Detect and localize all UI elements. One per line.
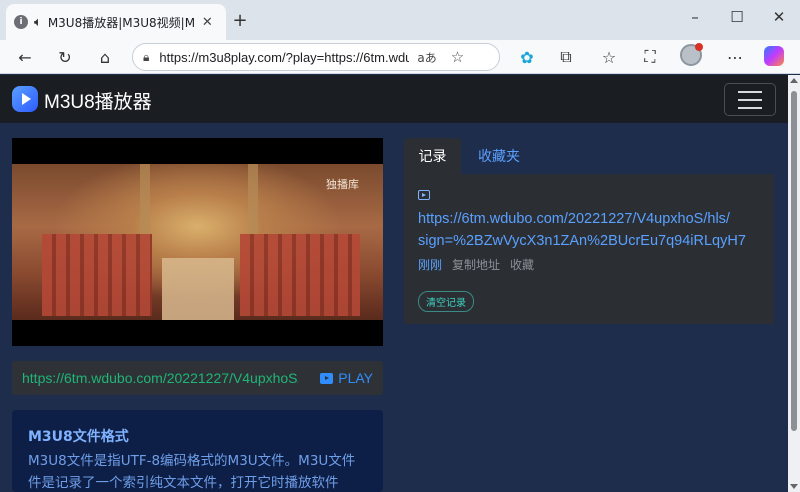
scene-detail (42, 234, 152, 316)
extensions-puzzle-icon[interactable]: ⧉ (553, 45, 579, 69)
back-icon[interactable]: ← (12, 45, 38, 69)
m3u8-url-bar: https://6tm.wdubo.com/20221227/V4upxhoS/… (12, 361, 383, 395)
site-navbar: M3U8播放器 (0, 75, 788, 123)
play-label: PLAY (338, 370, 373, 386)
play-icon (320, 372, 334, 384)
more-menu-icon[interactable]: ⋯ (722, 45, 748, 69)
speaker-icon[interactable]: 🔈︎ (34, 15, 42, 30)
history-actions: 刚刚 复制地址 收藏 (418, 256, 760, 273)
refresh-icon[interactable]: ↻ (52, 45, 78, 69)
lock-icon[interactable]: 🔒︎ (143, 50, 149, 65)
home-icon[interactable]: ⌂ (92, 45, 118, 69)
extension-icon[interactable]: ✿ (514, 45, 540, 69)
video-player[interactable]: 独播库 (12, 138, 383, 346)
read-aloud-icon[interactable]: aあ (417, 49, 436, 66)
info-card: M3U8文件格式 M3U8文件是指UTF-8编码格式的M3U文件。M3U文件 件… (12, 410, 383, 492)
new-tab-icon[interactable]: + (230, 10, 250, 31)
close-tab-icon[interactable]: ✕ (202, 15, 213, 30)
address-url[interactable]: https://m3u8play.com/?play=https://6tm.w… (159, 50, 409, 65)
video-watermark: 独播库 (326, 178, 359, 191)
brand-play-icon[interactable] (12, 86, 38, 112)
scene-detail (240, 234, 360, 316)
video-file-icon (418, 190, 430, 200)
add-favorite-link[interactable]: 收藏 (510, 256, 534, 273)
menu-toggle-button[interactable] (724, 83, 776, 116)
page-scrollbar[interactable] (788, 75, 800, 492)
brand-title[interactable]: M3U8播放器 (44, 87, 152, 114)
tab-favorites[interactable]: 收藏夹 (464, 138, 534, 174)
browser-tabbar: i 🔈︎ M3U8播放器|M3U8视频|M3U ✕ + – ☐ ✕ (0, 0, 800, 40)
address-bar[interactable]: 🔒︎ https://m3u8play.com/?play=https://6t… (132, 43, 500, 71)
history-tabs: 记录 收藏夹 (404, 138, 774, 174)
browser-tab[interactable]: i 🔈︎ M3U8播放器|M3U8视频|M3U ✕ (6, 4, 226, 40)
tab-history[interactable]: 记录 (404, 138, 461, 174)
history-link-line-1[interactable]: https://6tm.wdubo.com/20221227/V4upxhoS/… (418, 208, 760, 230)
clear-history-button[interactable]: 清空记录 (418, 291, 474, 312)
info-line-1: M3U8文件是指UTF-8编码格式的M3U文件。M3U文件 (28, 453, 356, 469)
tab-title: M3U8播放器|M3U8视频|M3U (47, 15, 196, 30)
history-link-line-2[interactable]: sign=%2BZwVycX3n1ZAn%2BUcrEu7q94iRLqyH7 (418, 230, 760, 252)
m3u8-url-input[interactable]: https://6tm.wdubo.com/20221227/V4upxhoS/… (22, 370, 298, 386)
copilot-icon[interactable] (764, 46, 784, 66)
info-line-2: 件是记录了一个索引纯文本文件，打开它时播放软件 (28, 475, 339, 491)
maximize-icon[interactable]: ☐ (722, 8, 752, 26)
history-time: 刚刚 (418, 258, 443, 272)
scroll-down-icon[interactable] (790, 484, 798, 489)
minimize-icon[interactable]: – (680, 8, 710, 26)
scroll-up-icon[interactable] (790, 78, 798, 83)
scene-detail (248, 164, 258, 234)
site-favicon-icon: i (14, 15, 28, 29)
history-panel: https://6tm.wdubo.com/20221227/V4upxhoS/… (404, 174, 774, 324)
play-button[interactable]: PLAY (320, 370, 373, 386)
scene-detail (140, 164, 150, 234)
profile-avatar[interactable] (680, 43, 703, 66)
scrollbar-thumb[interactable] (791, 91, 797, 431)
screenshot-icon[interactable]: ⛶ (637, 45, 663, 69)
favorite-star-icon[interactable]: ☆ (451, 48, 464, 66)
scene-detail (162, 258, 234, 320)
copy-url-link[interactable]: 复制地址 (452, 256, 500, 273)
info-title: M3U8文件格式 (28, 429, 129, 445)
favorites-icon[interactable]: ☆ (596, 45, 622, 69)
window-close-icon[interactable]: ✕ (764, 8, 794, 26)
notification-dot (695, 43, 703, 51)
